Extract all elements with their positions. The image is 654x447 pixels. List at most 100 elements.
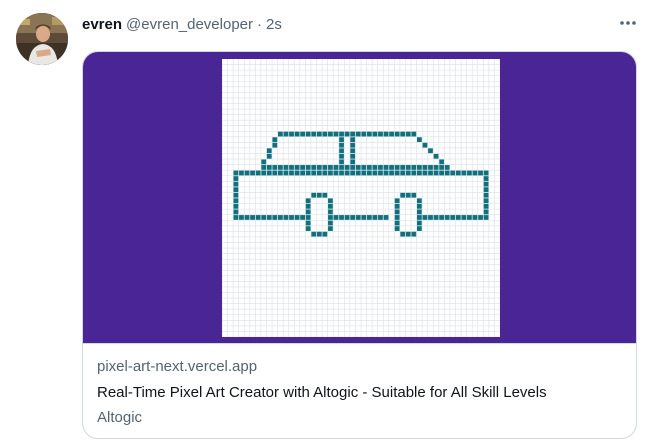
pixel: [350, 159, 356, 165]
pixel: [467, 170, 472, 176]
pixel: [350, 142, 356, 148]
pixel: [383, 165, 389, 170]
pixel: [233, 209, 239, 215]
pixel: [344, 131, 350, 137]
pixel: [339, 142, 344, 148]
pixel: [422, 165, 428, 170]
pixel: [366, 170, 372, 176]
card-title: Real-Time Pixel Art Creator with Altogic…: [97, 384, 547, 401]
pixel: [300, 165, 305, 170]
card-domain: pixel-art-next.vercel.app: [97, 358, 258, 375]
pixel: [355, 170, 361, 176]
pixel: [339, 131, 344, 137]
pixel: [372, 131, 378, 137]
pixel: [361, 131, 367, 137]
pixel: [433, 165, 439, 170]
pixel: [483, 176, 489, 181]
pixel: [322, 192, 328, 198]
pixel: [233, 198, 239, 204]
pixel: [305, 209, 311, 215]
pixel: [311, 170, 317, 176]
pixel: [394, 198, 400, 204]
pixel: [233, 187, 239, 193]
pixel: [233, 192, 239, 198]
pixel: [366, 215, 372, 220]
pixel: [394, 209, 400, 215]
pixel: [339, 148, 344, 154]
pixel: [378, 131, 383, 137]
pixel: [461, 170, 467, 176]
pixel: [383, 170, 389, 176]
pixel: [350, 165, 356, 170]
pixel: [328, 131, 333, 137]
pixel: [316, 231, 322, 237]
pixel: [328, 203, 333, 209]
pixel: [278, 215, 283, 220]
pixel: [266, 170, 272, 176]
pixel: [372, 165, 378, 170]
pixel: [366, 131, 372, 137]
pixel: [328, 209, 333, 215]
pixel: [400, 231, 406, 237]
pixel: [405, 131, 411, 137]
pixel: [389, 131, 394, 137]
author-name[interactable]: evren: [82, 16, 122, 33]
pixel: [428, 215, 433, 220]
pixel: [361, 215, 367, 220]
pixel: [417, 215, 422, 220]
pixel: [483, 192, 489, 198]
user-avatar-icon: [16, 13, 68, 65]
pixel: [300, 131, 305, 137]
pixel: [311, 165, 317, 170]
avatar[interactable]: [16, 13, 68, 65]
pixel: [361, 165, 367, 170]
pixel: [394, 226, 400, 231]
pixel: [439, 159, 444, 165]
pixel: [450, 215, 456, 220]
pixel: [400, 131, 406, 137]
pixel: [272, 142, 278, 148]
pixel: [405, 192, 411, 198]
pixel: [272, 170, 278, 176]
pixel: [316, 131, 322, 137]
pixel: [372, 170, 378, 176]
tweet-timestamp[interactable]: 2s: [266, 16, 282, 33]
link-preview-card[interactable]: pixel-art-next.vercel.app Real-Time Pixe…: [82, 51, 637, 439]
pixel: [311, 231, 317, 237]
tweet: evren @evren_developer · 2s pixel-art-ne…: [0, 0, 654, 447]
pixel: [450, 170, 456, 176]
more-options-button[interactable]: [615, 12, 641, 34]
pixel: [250, 215, 255, 220]
pixel: [483, 181, 489, 187]
pixel: [289, 165, 294, 170]
pixel: [333, 170, 339, 176]
pixel: [233, 203, 239, 209]
pixel: [316, 192, 322, 198]
pixel: [300, 170, 305, 176]
pixel: [383, 131, 389, 137]
pixel: [478, 170, 483, 176]
pixel: [433, 170, 439, 176]
pixel: [305, 203, 311, 209]
pixel: [411, 131, 417, 137]
pixel: [461, 215, 467, 220]
pixel: [478, 215, 483, 220]
pixel: [294, 165, 300, 170]
pixel: [278, 165, 283, 170]
pixel: [294, 170, 300, 176]
pixel: [339, 159, 344, 165]
pixel: [417, 203, 422, 209]
pixel: [261, 170, 267, 176]
pixel: [400, 170, 406, 176]
pixel: [422, 170, 428, 176]
pixel: [339, 165, 344, 170]
pixel: [428, 148, 433, 154]
pixel: [311, 192, 317, 198]
pixel: [455, 170, 461, 176]
pixel: [378, 215, 383, 220]
author-handle[interactable]: @evren_developer: [126, 16, 253, 33]
pixel: [233, 170, 239, 176]
pixel: [417, 165, 422, 170]
pixel: [411, 170, 417, 176]
pixel: [355, 165, 361, 170]
